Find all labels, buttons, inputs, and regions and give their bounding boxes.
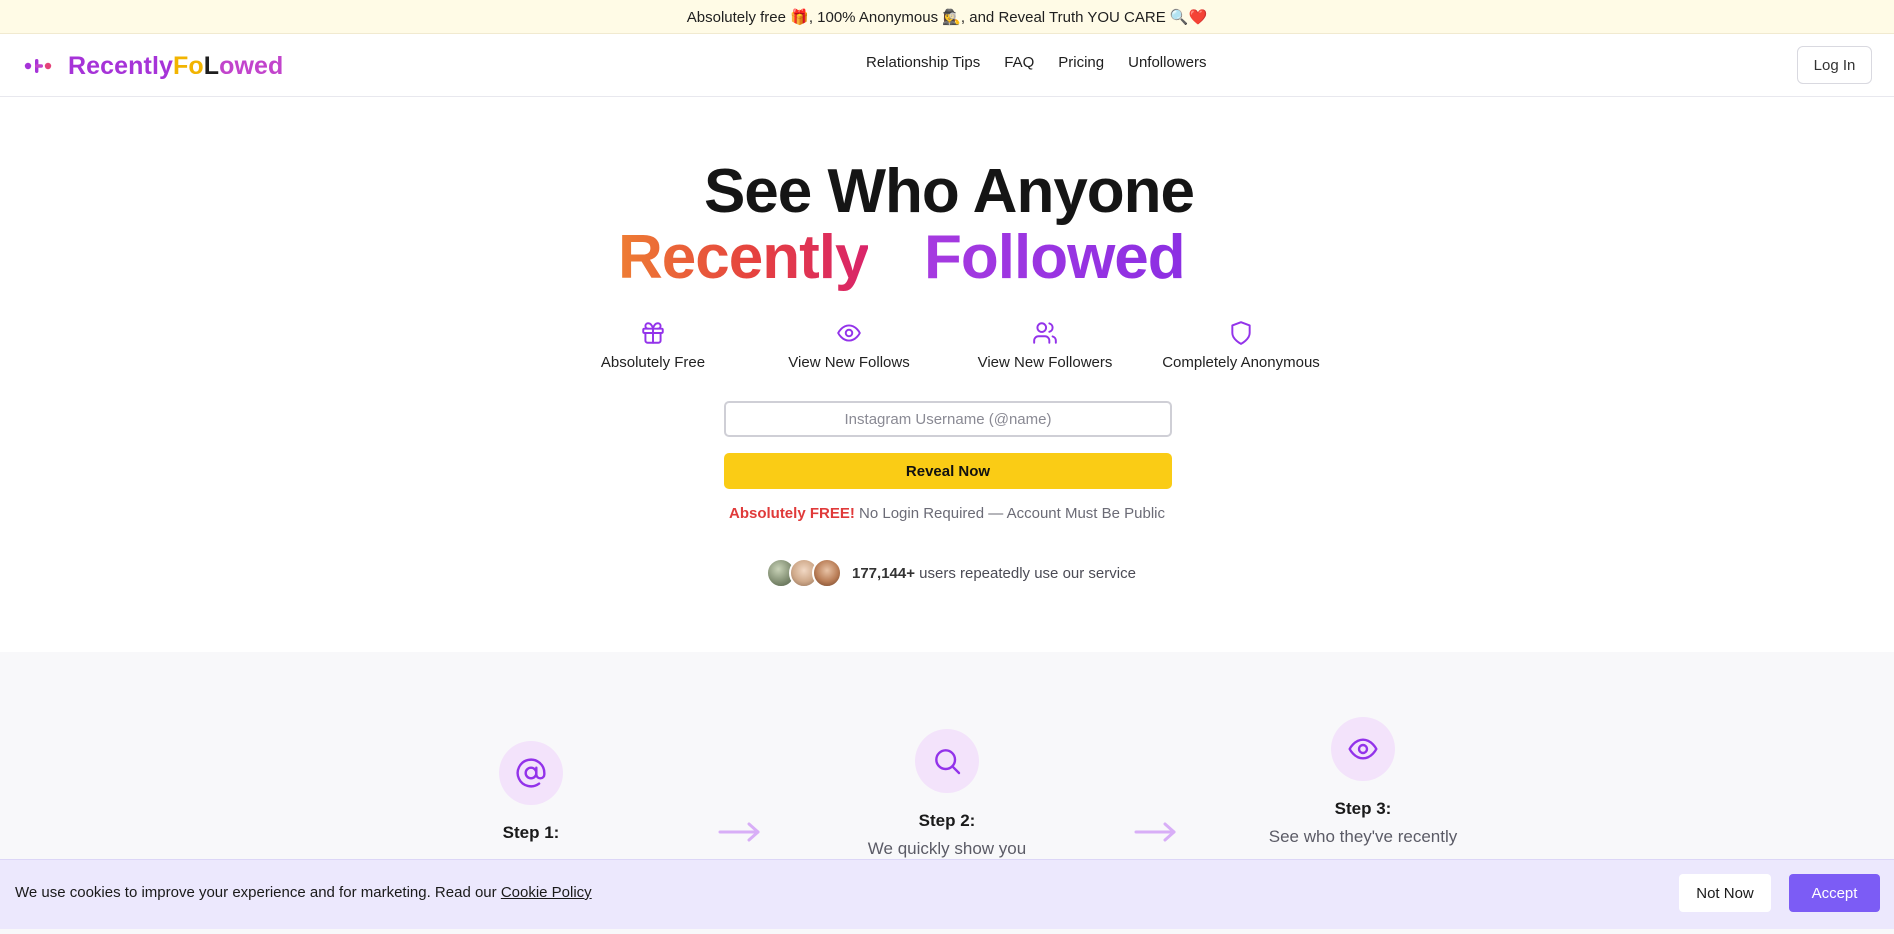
step-title: Step 3: bbox=[1334, 799, 1392, 818]
step-icon-circle bbox=[915, 729, 979, 793]
step-desc: We quickly show you bbox=[867, 839, 1027, 858]
step-1: Step 1: bbox=[411, 741, 651, 851]
nav-link-relationship-tips[interactable]: Relationship Tips bbox=[866, 54, 980, 71]
feature-view-new-follows: View New Follows bbox=[749, 320, 949, 372]
step-icon-circle bbox=[1331, 717, 1395, 781]
at-sign-icon bbox=[516, 758, 546, 788]
hero-word-followed: Followed bbox=[924, 218, 1186, 298]
feature-absolutely-free: Absolutely Free bbox=[553, 320, 753, 372]
step-desc: See who they've recently bbox=[1268, 827, 1458, 846]
not-now-button[interactable]: Not Now bbox=[1679, 874, 1771, 912]
logo[interactable]: RecentlyFoLowed bbox=[24, 50, 283, 82]
step-title: Step 2: bbox=[918, 811, 976, 830]
login-button[interactable]: Log In bbox=[1797, 46, 1872, 84]
logo-text: RecentlyFoLowed bbox=[68, 51, 284, 80]
step-title: Step 1: bbox=[502, 823, 560, 842]
announcement-bar: Absolutely free 🎁, 100% Anonymous 🕵️‍♀️,… bbox=[0, 0, 1894, 34]
nav-link-pricing[interactable]: Pricing bbox=[1058, 54, 1104, 71]
arrow-right-icon bbox=[1134, 822, 1176, 842]
feature-completely-anonymous: Completely Anonymous bbox=[1141, 320, 1341, 372]
accept-button[interactable]: Accept bbox=[1789, 874, 1880, 912]
free-note-text: No Login Required — Account Must Be Publ… bbox=[854, 505, 1166, 522]
social-proof-caption: users repeatedly use our service bbox=[914, 564, 1136, 582]
hero-word-recently: Recently bbox=[618, 218, 869, 298]
step-2: Step 2: We quickly show you bbox=[827, 729, 1067, 859]
shield-icon bbox=[1231, 321, 1251, 345]
feature-label: Absolutely Free bbox=[600, 354, 706, 371]
users-icon bbox=[1033, 322, 1057, 344]
arrow-right-icon bbox=[718, 822, 760, 842]
cookie-policy-link[interactable]: Cookie Policy bbox=[501, 884, 592, 901]
reveal-now-button[interactable]: Reveal Now bbox=[724, 453, 1172, 489]
search-icon bbox=[935, 749, 961, 775]
free-note-strong: Absolutely FREE! bbox=[728, 505, 855, 522]
user-count: 177,144+ bbox=[852, 564, 915, 582]
feature-label: Completely Anonymous bbox=[1162, 354, 1320, 371]
gift-icon bbox=[642, 322, 664, 344]
feature-view-new-followers: View New Followers bbox=[945, 320, 1145, 372]
cookie-banner: We use cookies to improve your experienc… bbox=[0, 859, 1894, 929]
feature-label: View New Follows bbox=[788, 354, 910, 371]
nav-links: Relationship Tips FAQ Pricing Unfollower… bbox=[866, 54, 1206, 71]
social-proof: 177,144+ users repeatedly use our servic… bbox=[766, 557, 1136, 589]
cookie-message: We use cookies to improve your experienc… bbox=[15, 884, 501, 901]
cookie-text: We use cookies to improve your experienc… bbox=[15, 884, 592, 901]
nav-link-unfollowers[interactable]: Unfollowers bbox=[1128, 54, 1206, 71]
eye-icon bbox=[837, 324, 861, 342]
announcement-text: Absolutely free 🎁, 100% Anonymous 🕵️‍♀️,… bbox=[686, 8, 1208, 26]
avatar bbox=[812, 558, 842, 588]
step-icon-circle bbox=[499, 741, 563, 805]
hero-subtitle: Recently Followed bbox=[0, 218, 1894, 298]
username-input[interactable] bbox=[724, 401, 1172, 437]
feature-label: View New Followers bbox=[977, 354, 1113, 371]
features-row: Absolutely Free View New Follows View Ne… bbox=[0, 320, 1894, 380]
logo-mark-icon bbox=[24, 59, 52, 73]
nav-link-faq[interactable]: FAQ bbox=[1004, 54, 1034, 71]
navbar: RecentlyFoLowed Relationship Tips FAQ Pr… bbox=[0, 34, 1894, 97]
free-note: Absolutely FREE! No Login Required — Acc… bbox=[0, 505, 1894, 522]
step-3: Step 3: See who they've recently bbox=[1243, 717, 1483, 847]
eye-icon bbox=[1348, 738, 1378, 760]
social-proof-text: 177,144+ users repeatedly use our servic… bbox=[852, 565, 1136, 582]
